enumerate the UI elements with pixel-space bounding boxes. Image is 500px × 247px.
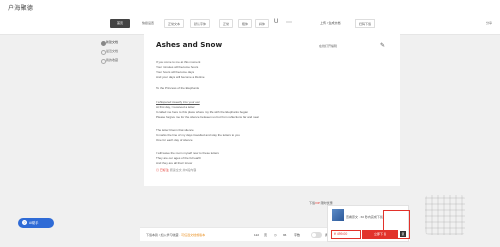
ai-assistant-label: AI助手 [29, 221, 39, 225]
more-icon[interactable]: ⋯ [286, 19, 292, 26]
highlight-box [383, 210, 410, 239]
font-family-select[interactable]: 默认字体 [190, 19, 211, 28]
edit-icon[interactable]: ✎ [380, 42, 385, 49]
page-title: Ashes and Snow [156, 40, 223, 49]
paragraph-style-select[interactable]: 正常文本 [164, 19, 185, 28]
clock-icon: ◷ [274, 233, 277, 237]
paragraph-5: I will leave the room myself now to thes… [156, 151, 219, 166]
home-button[interactable]: 首页 [110, 19, 130, 28]
word-label: 字数 [294, 233, 301, 237]
page-label: 页 [264, 233, 268, 237]
paragraph-1: If you come to me at this moment Your mi… [156, 60, 205, 80]
sidebar-item-new[interactable]: 新建文档 [100, 38, 144, 47]
text-line: Please forgive me for the silence betwee… [156, 115, 260, 119]
underline-icon[interactable]: U [274, 19, 278, 25]
notice-text: 下载本篇 / 加入学习收藏 · [146, 233, 182, 237]
download-notice: 下载本篇 / 加入学习收藏 · 可任选文档或版本 [146, 233, 205, 237]
upload-generate-link[interactable]: 上传 / 生成文档 [320, 21, 341, 25]
sidebar: 新建文档 最近文档 我的收藏 [100, 38, 144, 65]
price-button[interactable]: ¥ 499.00 [331, 230, 361, 239]
top-toolbar: 户海聚德 首页 快捷设置 正常文本 默认字体 正常 粗体 斜体 U ⋯ 上传 /… [0, 0, 500, 35]
sidebar-item-recent[interactable]: 最近文档 [100, 47, 144, 56]
page-count: 122 [254, 233, 259, 237]
quick-settings-menu[interactable]: 快捷设置 [142, 21, 154, 25]
paragraph-2: To the Princess of the Elephants [156, 86, 199, 91]
promo-description: 查看原文 · 60 秒内完成下载 [346, 215, 383, 219]
page-count-value: 122 [254, 233, 260, 237]
status-badge: ◎ 已标注 [156, 168, 169, 172]
promo-thumbnail [332, 209, 344, 221]
font-size-select[interactable]: 正常 [219, 19, 234, 28]
sidebar-item-favorites[interactable]: 我的收藏 [100, 56, 144, 65]
paragraph-4: The letter bloom that silence It marks t… [156, 128, 240, 143]
document-page: Ashes and Snow 在线打开编辑 ✎ If you come to m… [144, 31, 400, 186]
open-edit-link[interactable]: 在线打开编辑 [319, 44, 337, 48]
share-button[interactable]: 分享 [486, 19, 492, 28]
app-logo: 户海聚德 [8, 6, 34, 12]
text-line: And they are all that I know [156, 161, 193, 165]
meta-text[interactable]: 阅读全文 共5段内容 [170, 168, 197, 172]
text-line: And your days will become a lifetime [156, 75, 205, 79]
watermark-logo [425, 195, 465, 235]
text-line: To the Princess of the Elephants [156, 86, 200, 90]
italic-button[interactable]: 斜体 [255, 19, 270, 28]
word-count: 96 [283, 233, 287, 237]
ai-assistant-button[interactable]: ? AI助手 [18, 218, 54, 228]
bold-button[interactable]: 粗体 [238, 19, 253, 28]
reading-mode-toggle[interactable] [311, 232, 322, 238]
watermark [425, 195, 485, 235]
text-line: One for each day of silence [156, 138, 193, 142]
notice-highlight[interactable]: 可任选文档或版本 [181, 233, 205, 237]
qr-download-button[interactable]: 扫码下载 [355, 19, 376, 28]
document-meta: ◎ 已标注 阅读全文 共5段内容 [156, 168, 196, 172]
assistant-icon: ? [22, 220, 27, 225]
paragraph-3: I whispered sweetly into your ear At fir… [156, 100, 259, 120]
